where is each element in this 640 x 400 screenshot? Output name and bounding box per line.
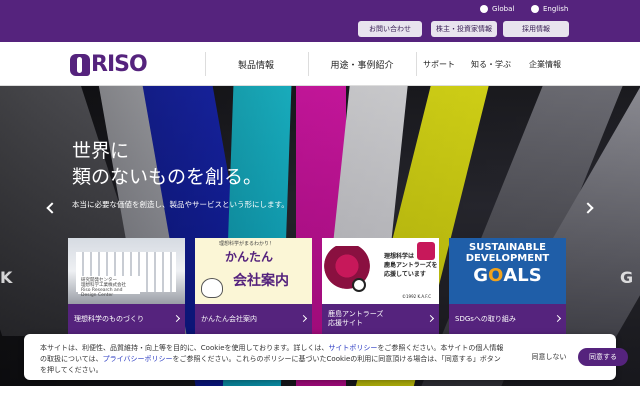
logo-text: RISO: [91, 52, 148, 77]
card-label-line: 鹿島アントラーズ: [328, 310, 384, 318]
card-monozukuri[interactable]: 研究開発センター 理想科学工業株式会社 Riso Research and De…: [68, 238, 185, 334]
sdgs-goals: GOALS: [455, 266, 560, 286]
chevron-right-icon: [426, 314, 435, 323]
nav-support-label: サポート: [423, 59, 455, 69]
nav-cases-label: 用途・事例紹介: [330, 60, 394, 71]
cookie-text: 本サイトは、利便性、品質維持・向上等を目的に、Cookieを使用しております。詳…: [40, 343, 504, 376]
card-label-text: 理想科学のものづくり: [74, 314, 144, 323]
hero-subline: 本当に必要な価値を創造し、製品やサービスという形にします。: [72, 200, 289, 209]
recruit-button[interactable]: 採用情報: [503, 21, 569, 37]
antlers-copyright: ©1992 K.A.F.C: [402, 294, 432, 299]
site-policy-link[interactable]: サイトポリシー: [328, 344, 377, 352]
card-label: 鹿島アントラーズ 応援サイト: [322, 304, 439, 334]
cookie-text-part: 本サイトは、利便性、品質維持・向上等を目的に、Cookieを使用しております。詳…: [40, 344, 329, 352]
card-label: SDGsへの取り組み: [449, 304, 566, 334]
nav-company-label: 企業情報: [529, 59, 561, 69]
card-label-text: SDGsへの取り組み: [455, 314, 516, 323]
chevron-right-icon: [172, 314, 181, 323]
hero-headline-line: 世界に: [72, 140, 130, 162]
antlers-text: 理想科学は 鹿島アントラーズを 応援しています: [384, 252, 437, 279]
nav-products[interactable]: 製品情報: [205, 42, 307, 86]
card-image-kantan: 理想科学がまるわかり！ かんたん 会社案内: [195, 238, 312, 304]
riso-logo-mark-icon: [70, 53, 90, 76]
antlers-text-line: 理想科学は: [384, 253, 415, 260]
card-sdgs[interactable]: SUSTAINABLE DEVELOPMENT GOALS SDGsへの取り組み: [449, 238, 566, 334]
chevron-right-icon: [299, 314, 308, 323]
kantan-title: かんたん: [225, 250, 274, 264]
hero-headline-line: 類のないものを創る。: [72, 166, 263, 188]
feature-cards: 研究開発センター 理想科学工業株式会社 Riso Research and De…: [68, 238, 568, 334]
globe-icon: [480, 5, 488, 13]
card-image-sdgs: SUSTAINABLE DEVELOPMENT GOALS: [449, 238, 566, 304]
card-image-building: 研究開発センター 理想科学工業株式会社 Riso Research and De…: [68, 238, 185, 304]
nav-products-label: 製品情報: [237, 60, 274, 71]
soccer-ball-icon: [352, 278, 366, 292]
card-label: 理想科学のものづくり: [68, 304, 185, 334]
global-link[interactable]: Global: [480, 2, 514, 16]
utility-bar: Global English お問い合わせ 株主・投資家情報 採用情報: [0, 0, 640, 42]
hero-edge-letter: K: [0, 268, 13, 287]
antlers-text-line: 鹿島アントラーズを: [384, 262, 438, 269]
kantan-title: 会社案内: [233, 270, 289, 290]
english-label: English: [543, 5, 569, 13]
goals-letter: L: [517, 265, 529, 286]
globe-icon: [531, 5, 539, 13]
contact-button[interactable]: お問い合わせ: [358, 21, 422, 37]
goals-letter: G: [473, 265, 489, 286]
building-sign: 研究開発センター 理想科学工業株式会社 Riso Research and De…: [78, 276, 140, 298]
investor-relations-button[interactable]: 株主・投資家情報: [431, 21, 497, 37]
sdgs-line: SUSTAINABLE: [469, 242, 546, 253]
card-label-text: 鹿島アントラーズ 応援サイト: [328, 310, 383, 328]
privacy-policy-link[interactable]: プライバシーポリシー: [103, 355, 173, 363]
riso-logo[interactable]: RISO: [70, 52, 148, 77]
sign-line: Riso Research and Design Center: [81, 288, 123, 298]
goals-letter: S: [528, 265, 542, 286]
global-label: Global: [492, 5, 515, 13]
sdgs-wheel-icon: O: [488, 265, 504, 286]
nav-learn[interactable]: 知る・学ぶ: [463, 42, 519, 86]
agree-button[interactable]: 同意する: [578, 348, 628, 366]
nav-cases[interactable]: 用途・事例紹介: [308, 42, 416, 86]
antlers-text-line: 応援しています: [384, 271, 426, 278]
english-link[interactable]: English: [531, 2, 568, 16]
mascot-icon: [201, 278, 223, 298]
chevron-right-icon: [553, 314, 562, 323]
nav-support[interactable]: サポート: [416, 42, 462, 86]
card-image-antlers: 理想科学は 鹿島アントラーズを 応援しています ©1992 K.A.F.C: [322, 238, 439, 304]
card-label-line: 応援サイト: [328, 319, 363, 327]
cookie-consent-banner: 本サイトは、利便性、品質維持・向上等を目的に、Cookieを使用しております。詳…: [24, 334, 628, 380]
decline-button[interactable]: 同意しない: [524, 349, 574, 365]
nav-learn-label: 知る・学ぶ: [471, 59, 511, 69]
card-company-guide[interactable]: 理想科学がまるわかり！ かんたん 会社案内 かんたん会社案内: [195, 238, 312, 334]
goals-letter: A: [503, 265, 518, 286]
sdgs-line: DEVELOPMENT: [465, 253, 550, 264]
card-label: かんたん会社案内: [195, 304, 312, 334]
kantan-tagline: 理想科学がまるわかり！: [219, 241, 275, 247]
card-label-text: かんたん会社案内: [201, 314, 257, 323]
main-header: RISO 製品情報 用途・事例紹介 サポート 知る・学ぶ 企業情報: [0, 42, 640, 86]
card-antlers[interactable]: 理想科学は 鹿島アントラーズを 応援しています ©1992 K.A.F.C 鹿島…: [322, 238, 439, 334]
hero-edge-letter: G: [620, 268, 634, 287]
hero-headline: 世界に 類のないものを創る。: [72, 138, 262, 190]
nav-company[interactable]: 企業情報: [520, 42, 570, 86]
